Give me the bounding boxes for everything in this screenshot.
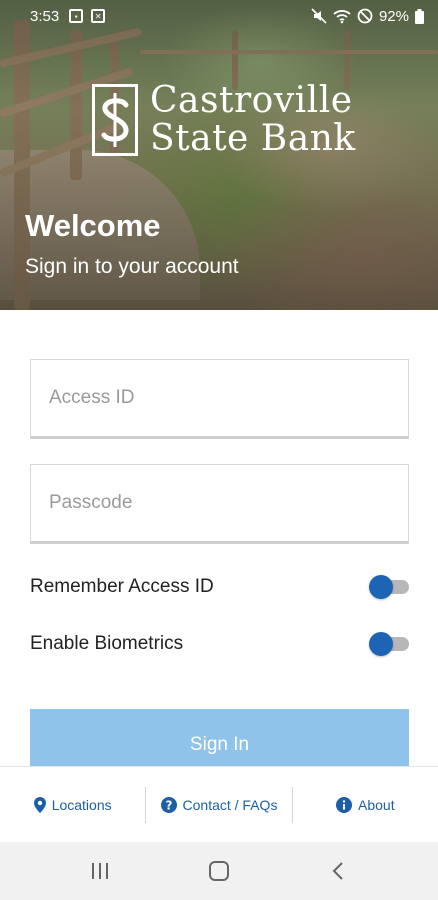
access-id-field[interactable] [30,359,409,439]
bank-name-line2: State Bank [150,118,356,159]
do-not-disturb-icon [357,8,373,24]
info-icon [336,796,353,813]
remember-access-id-row: Remember Access ID [30,572,409,602]
recent-apps-button[interactable] [75,851,125,891]
remember-access-id-toggle[interactable] [369,575,409,599]
page-subtitle: Sign in to your account [25,255,239,278]
dollar-emblem-icon [92,84,138,156]
about-label: About [358,796,395,813]
wifi-icon [333,10,351,24]
recent-apps-icon [91,863,108,879]
status-icons: 92% [311,8,424,25]
system-nav-bar [0,842,438,900]
enable-biometrics-label: Enable Biometrics [30,633,184,654]
access-id-input[interactable] [31,360,408,436]
status-time: 3:53 [30,7,60,25]
about-link[interactable]: About [293,787,438,823]
back-icon [332,862,344,880]
bank-name: Castroville State Bank [150,82,356,158]
contact-faqs-link[interactable]: ? Contact / FAQs [146,787,291,823]
toggle-thumb [369,632,393,656]
battery-icon [415,8,424,24]
question-icon: ? [160,796,177,813]
map-pin-icon [33,796,46,813]
back-button[interactable] [313,851,363,891]
battery-percent: 92% [378,7,409,25]
photo-notification-icon: ▪ [69,9,84,23]
bank-logo: Castroville State Bank [92,82,356,158]
mute-icon [311,8,327,24]
contact-faqs-label: Contact / FAQs [182,796,278,813]
x-notification-icon: ✕ [91,9,106,23]
home-icon [208,861,229,881]
toggle-thumb [369,575,393,599]
svg-text:?: ? [165,798,172,812]
bank-name-line1: Castroville [150,80,353,121]
passcode-field[interactable] [30,464,409,544]
locations-label: Locations [51,796,112,813]
home-button[interactable] [194,851,244,891]
page-title: Welcome [25,208,161,243]
enable-biometrics-row: Enable Biometrics [30,629,409,659]
passcode-input[interactable] [31,465,408,541]
remember-access-id-label: Remember Access ID [30,576,214,597]
locations-link[interactable]: Locations [0,787,145,823]
enable-biometrics-toggle[interactable] [369,632,409,656]
status-bar: 3:53 ▪ ✕ 92% [0,0,438,32]
footer-links: Locations ? Contact / FAQs About [0,766,438,842]
